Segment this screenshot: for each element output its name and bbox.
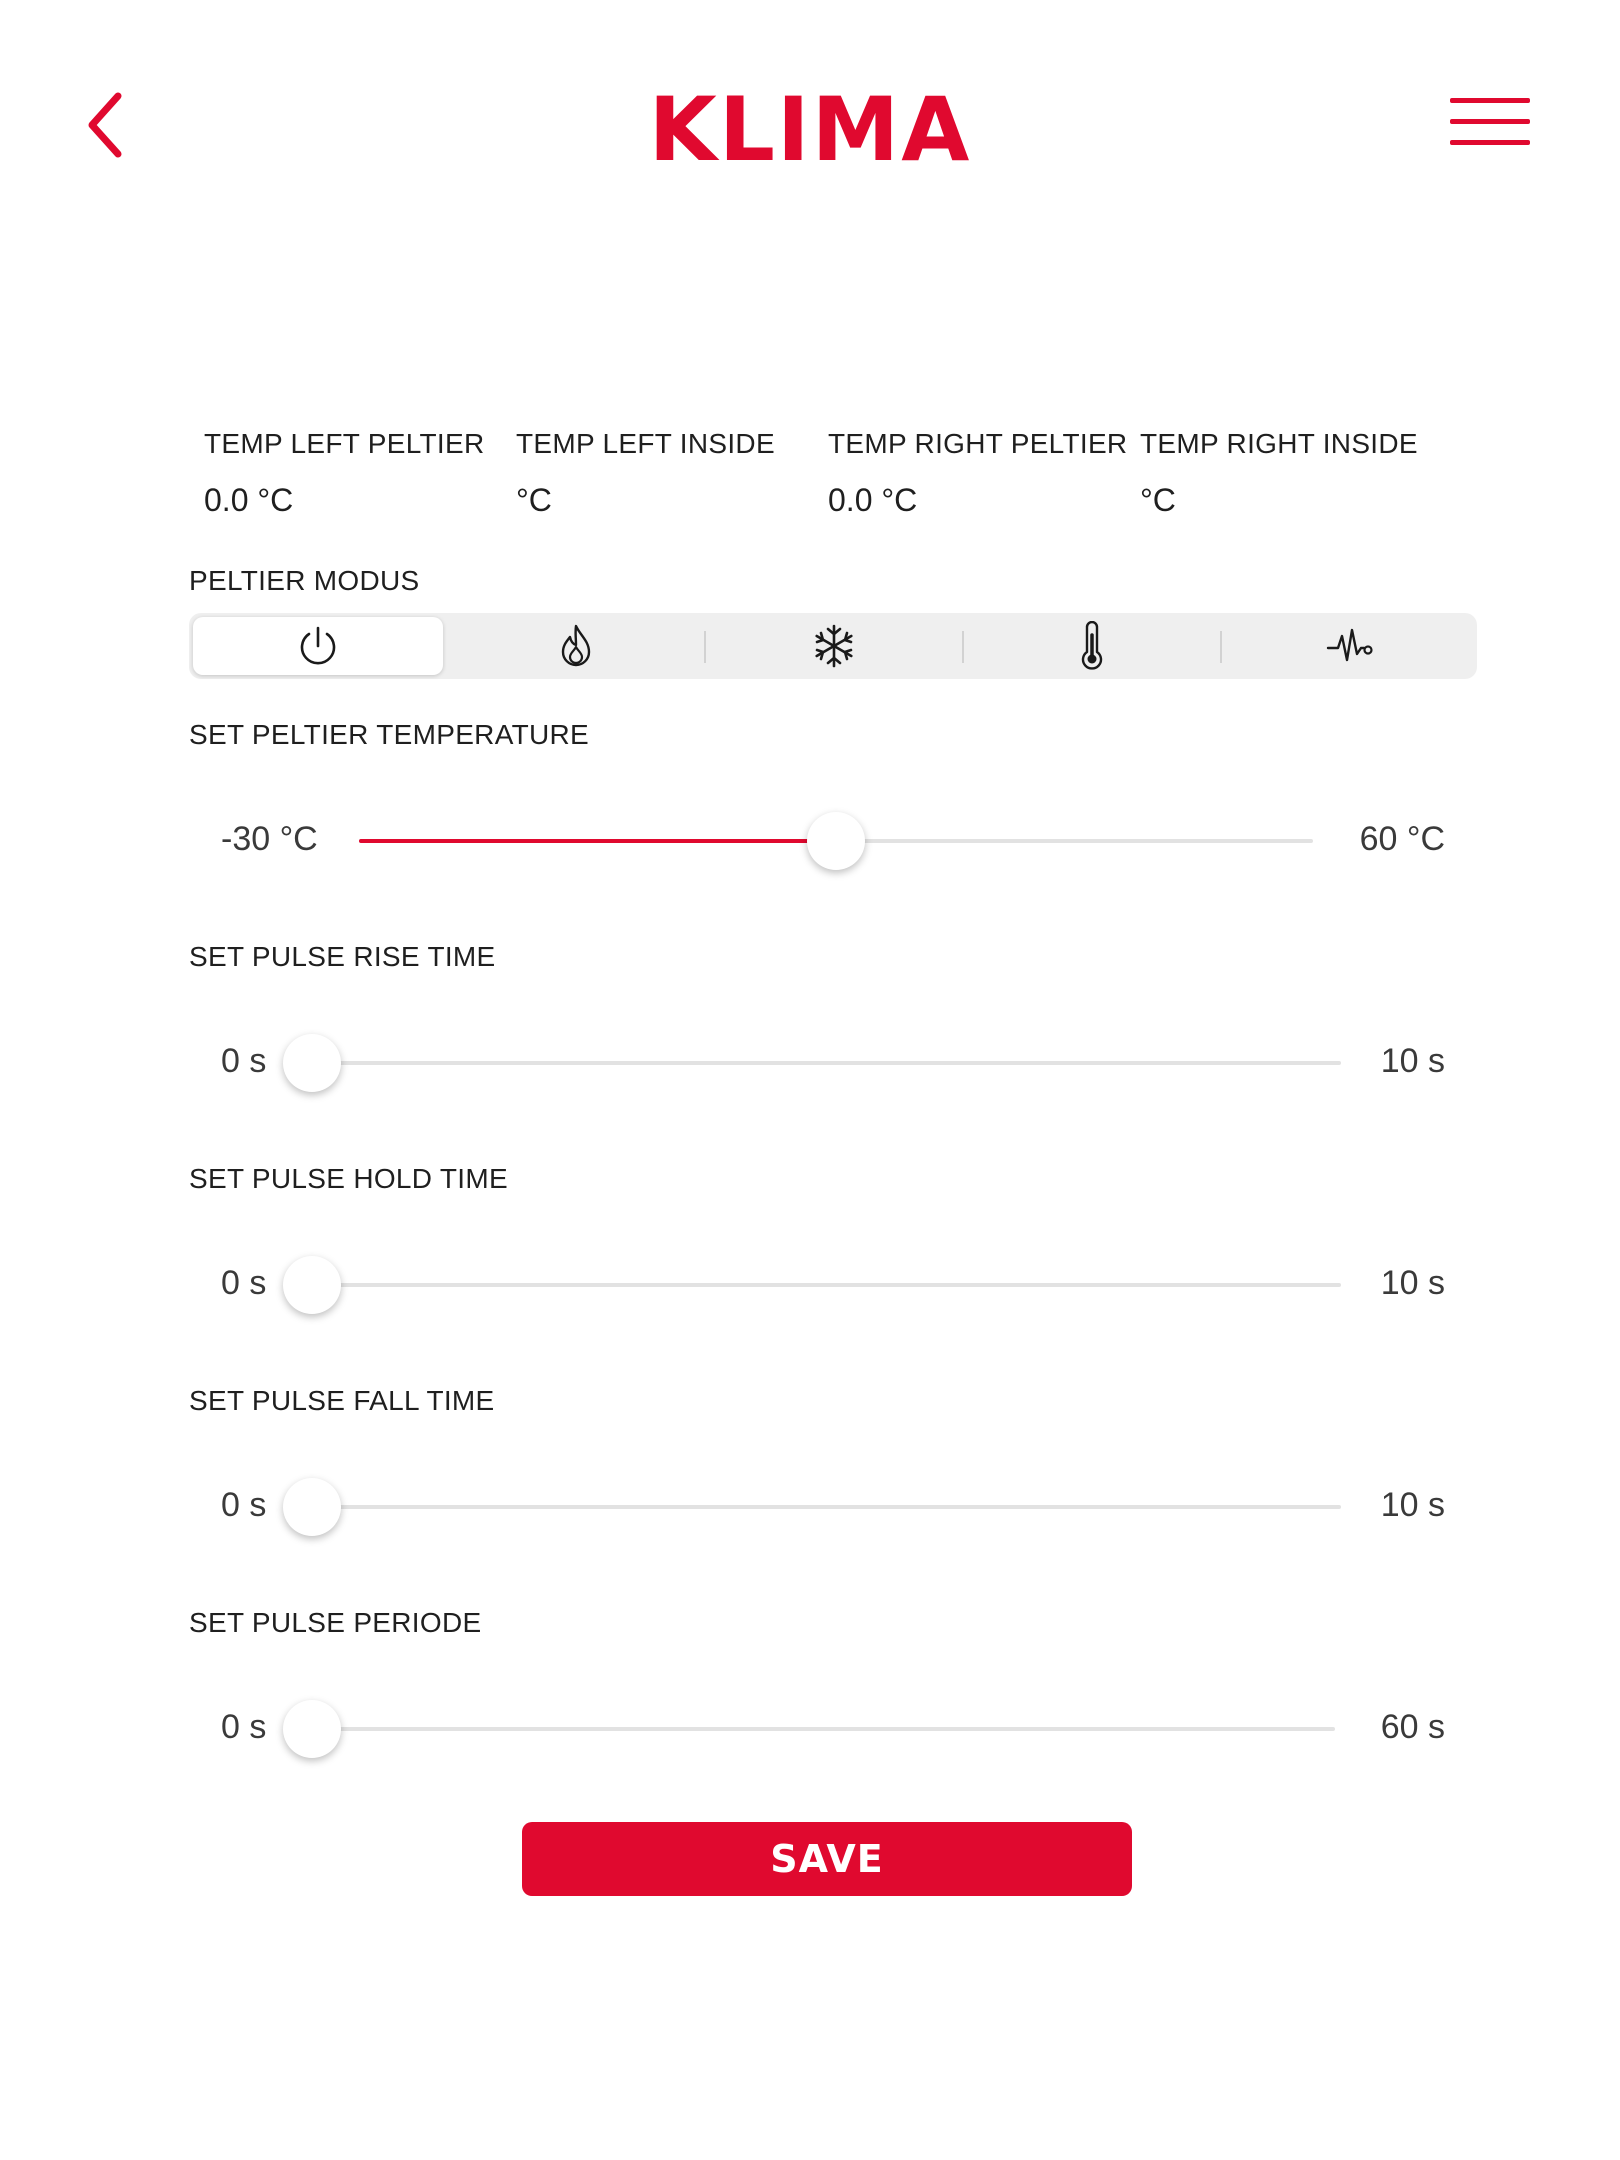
pulse-periode-label: SET PULSE PERIODE — [189, 1607, 482, 1638]
save-button[interactable]: SAVE — [522, 1822, 1132, 1896]
pulse-fall-time-label: SET PULSE FALL TIME — [189, 1385, 495, 1416]
slider-max-label: 10 s — [1380, 1486, 1445, 1524]
temp-left-inside: TEMP LEFT INSIDE °C — [516, 428, 816, 519]
slider-track[interactable] — [283, 1034, 1341, 1092]
slider-thumb[interactable] — [283, 1034, 341, 1092]
temp-label: TEMP LEFT PELTIER — [204, 428, 485, 459]
mode-divider — [962, 631, 964, 663]
slider-min-label: 0 s — [221, 1486, 267, 1524]
temp-left-peltier: TEMP LEFT PELTIER 0.0 °C — [204, 428, 504, 519]
flame-icon — [561, 624, 591, 667]
peltier-mode-selector — [189, 613, 1477, 679]
mode-heat-button[interactable] — [451, 617, 701, 675]
slider-thumb[interactable] — [807, 812, 865, 870]
hamburger-menu-icon-line — [1450, 140, 1530, 145]
temp-value: °C — [516, 482, 552, 518]
pulse-rise-time-label: SET PULSE RISE TIME — [189, 941, 496, 972]
temp-value: 0.0 °C — [828, 482, 918, 518]
slider-thumb[interactable] — [283, 1256, 341, 1314]
mode-divider — [704, 631, 706, 663]
hamburger-menu-icon-line — [1450, 119, 1530, 124]
peltier-mode-label: PELTIER MODUS — [189, 565, 420, 596]
slider-min-label: 0 s — [221, 1042, 267, 1080]
slider-track[interactable] — [283, 1478, 1341, 1536]
temp-label: TEMP RIGHT INSIDE — [1140, 428, 1418, 459]
slider-max-label: 60 °C — [1359, 820, 1445, 858]
hamburger-menu-icon — [1450, 98, 1530, 103]
slider-max-label: 60 s — [1380, 1708, 1445, 1746]
mode-power-button[interactable] — [193, 617, 443, 675]
power-icon — [300, 626, 336, 665]
slider-track-fill — [359, 839, 836, 843]
snowflake-icon — [815, 624, 853, 668]
peltier-temperature-slider[interactable]: -30 °C 60 °C — [189, 806, 1477, 876]
slider-min-label: 0 s — [221, 1264, 267, 1302]
slider-track[interactable] — [283, 1256, 1341, 1314]
slider-track[interactable] — [283, 1700, 1335, 1758]
slider-thumb[interactable] — [283, 1478, 341, 1536]
mode-pulse-button[interactable] — [1225, 617, 1475, 675]
temp-label: TEMP LEFT INSIDE — [516, 428, 775, 459]
pulse-rise-time-slider[interactable]: 0 s 10 s — [189, 1028, 1477, 1098]
slider-track[interactable] — [359, 812, 1313, 870]
slider-max-label: 10 s — [1380, 1042, 1445, 1080]
temp-value: 0.0 °C — [204, 482, 294, 518]
mode-divider — [1220, 631, 1222, 663]
pulse-hold-time-label: SET PULSE HOLD TIME — [189, 1163, 508, 1194]
pulse-fall-time-slider[interactable]: 0 s 10 s — [189, 1472, 1477, 1542]
thermometer-icon — [1081, 621, 1103, 670]
temp-value: °C — [1140, 482, 1176, 518]
mode-temperature-button[interactable] — [967, 617, 1217, 675]
peltier-temperature-label: SET PELTIER TEMPERATURE — [189, 719, 590, 750]
app-header: KLIMA — [0, 0, 1620, 260]
mode-cool-button[interactable] — [709, 617, 959, 675]
pulse-periode-slider[interactable]: 0 s 60 s — [189, 1694, 1477, 1764]
app-logo: KLIMA — [648, 78, 972, 181]
temp-right-inside: TEMP RIGHT INSIDE °C — [1140, 428, 1440, 519]
slider-min-label: -30 °C — [221, 820, 318, 858]
pulse-icon — [1326, 628, 1373, 662]
temp-label: TEMP RIGHT PELTIER — [828, 428, 1128, 459]
slider-min-label: 0 s — [221, 1708, 267, 1746]
menu-button[interactable] — [1450, 96, 1534, 152]
slider-thumb[interactable] — [283, 1700, 341, 1758]
pulse-hold-time-slider[interactable]: 0 s 10 s — [189, 1250, 1477, 1320]
slider-max-label: 10 s — [1380, 1264, 1445, 1302]
temp-right-peltier: TEMP RIGHT PELTIER 0.0 °C — [828, 428, 1128, 519]
